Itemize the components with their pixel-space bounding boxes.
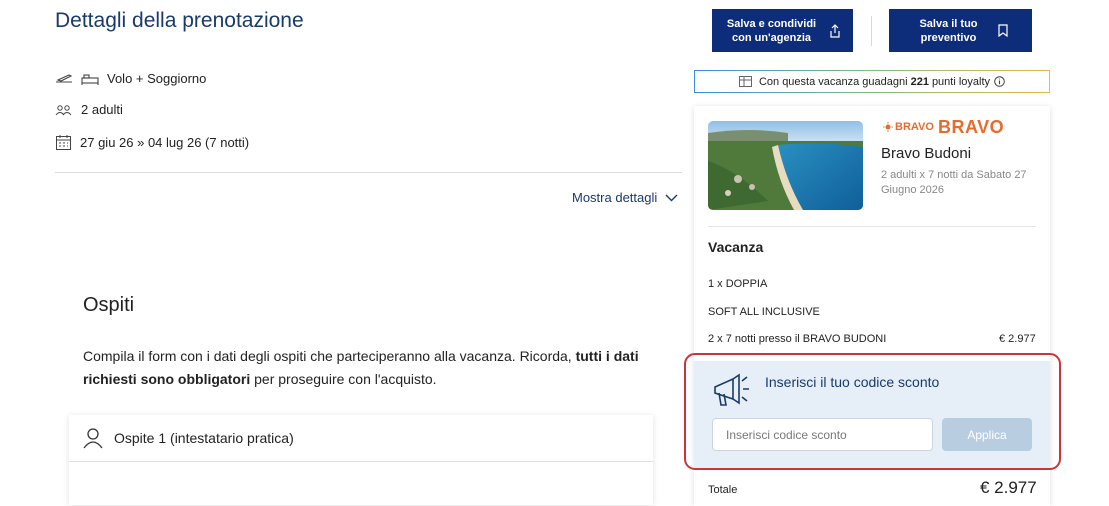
board-line: SOFT ALL INCLUSIVE [708, 306, 820, 318]
promo-title: Inserisci il tuo codice sconto [765, 374, 940, 390]
apply-promo-button[interactable]: Applica [942, 418, 1032, 451]
user-icon [83, 428, 103, 449]
share-with-agency-button[interactable]: Salva e condividi con un'agenzia [712, 9, 853, 52]
calendar-icon [55, 134, 72, 151]
guest-1-title: Ospite 1 (intestatario pratica) [114, 430, 294, 446]
share-icon [830, 23, 840, 38]
save-quote-button[interactable]: Salva il tuo preventivo [889, 9, 1032, 52]
guests-section-title: Ospiti [83, 294, 135, 316]
summary-divider [708, 226, 1036, 227]
bravo-logo-large: BRAVO [938, 117, 1005, 137]
hotel-subtitle: 2 adulti x 7 notti da Sabato 27 Giugno 2… [881, 169, 1027, 196]
people-icon [55, 103, 73, 117]
info-icon[interactable] [994, 76, 1005, 87]
stay-price: € 2.977 [999, 333, 1036, 345]
plane-icon [55, 72, 73, 86]
bravo-logo-small: BRAVO [883, 121, 934, 133]
bed-icon [81, 72, 99, 86]
chevron-down-icon [665, 194, 678, 201]
total-value: € 2.977 [980, 478, 1037, 497]
details-divider [55, 172, 682, 173]
promo-code-input[interactable] [712, 418, 933, 451]
dates-row: 27 giu 26 » 04 lug 26 (7 notti) [55, 134, 249, 151]
loyalty-suffix: punti loyalty [931, 75, 991, 88]
hotel-photo [708, 121, 863, 210]
hotel-name: Bravo Budoni [881, 145, 972, 162]
loyalty-prefix: Con questa vacanza guadagni [758, 75, 908, 88]
package-label: Volo + Soggiorno [107, 71, 207, 86]
brand-small-text: BRAVO [895, 121, 934, 133]
show-details-link[interactable]: Mostra dettagli [572, 190, 678, 205]
guests-section-description: Compila il form con i dati degli ospiti … [83, 345, 653, 391]
desc-text-2: per proseguire con l'acquisto. [250, 371, 437, 387]
loyalty-points: 221 [910, 75, 929, 88]
desc-text-1: Compila il form con i dati degli ospiti … [83, 348, 576, 364]
gift-card-icon [738, 76, 752, 87]
actions-separator [871, 16, 872, 46]
page-title: Dettagli della prenotazione [55, 9, 304, 32]
megaphone-icon [711, 371, 751, 414]
guest-1-header[interactable]: Ospite 1 (intestatario pratica) [69, 415, 653, 462]
sun-icon [883, 122, 893, 132]
dates-label: 27 giu 26 » 04 lug 26 (7 notti) [80, 135, 250, 150]
loyalty-banner: Con questa vacanza guadagni 221 punti lo… [694, 70, 1050, 93]
share-button-label: Salva e condividi con un'agenzia [726, 17, 817, 44]
total-label: Totale [708, 484, 738, 496]
room-line: 1 x DOPPIA [708, 278, 768, 290]
show-details-label: Mostra dettagli [572, 190, 658, 205]
vacation-section-title: Vacanza [708, 239, 764, 255]
package-row: Volo + Soggiorno [55, 71, 206, 86]
guests-label: 2 adulti [81, 102, 123, 117]
guests-row: 2 adulti [55, 102, 123, 117]
bookmark-icon [997, 24, 1008, 37]
stay-line: 2 x 7 notti presso il BRAVO BUDONI [708, 333, 887, 345]
save-button-label: Salva il tuo preventivo [919, 17, 978, 44]
guest-1-card: Ospite 1 (intestatario pratica) [69, 415, 653, 505]
